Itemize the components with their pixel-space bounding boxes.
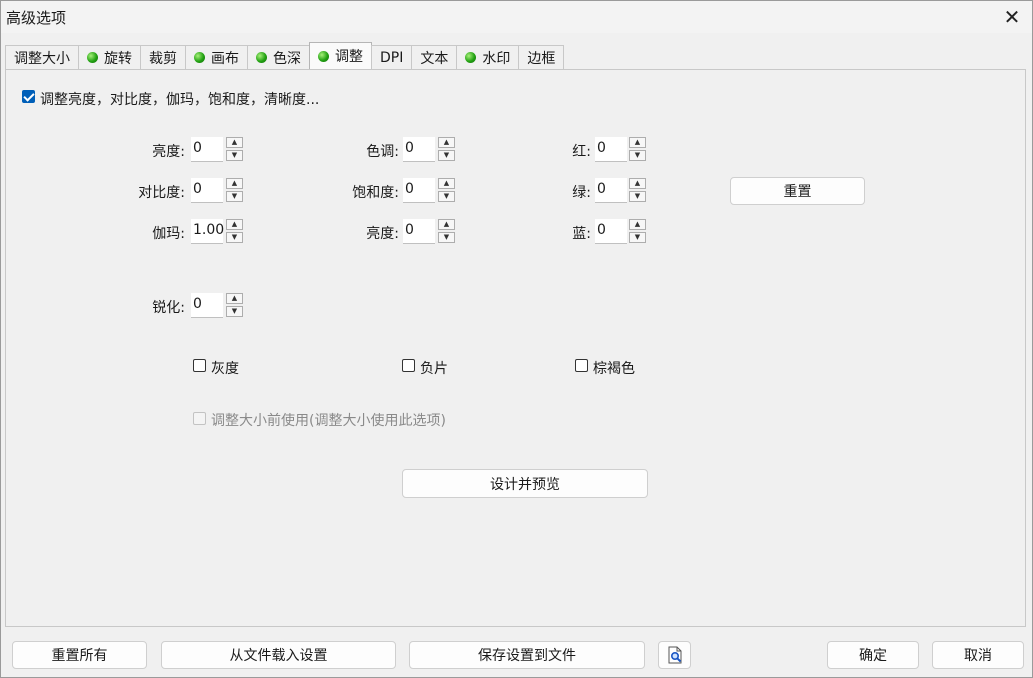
status-dot-icon (256, 52, 267, 63)
spin-up-icon[interactable]: ▲ (629, 219, 646, 230)
spin-up-icon[interactable]: ▲ (438, 219, 455, 230)
design-preview-button[interactable]: 设计并预览 (402, 469, 648, 498)
spin-up-icon[interactable]: ▲ (226, 219, 243, 230)
load-settings-button[interactable]: 从文件载入设置 (161, 641, 396, 669)
grayscale-checkbox[interactable] (193, 359, 206, 372)
tab-label: 调整大小 (14, 50, 70, 67)
sepia-checkbox[interactable] (575, 359, 588, 372)
reset-button[interactable]: 重置 (730, 177, 865, 205)
spin-down-icon[interactable]: ▼ (438, 232, 455, 243)
tab-rotate[interactable]: 旋转 (78, 45, 141, 69)
advanced-options-window: 高级选项 ✕ 调整大小 旋转 裁剪 画布 色深 调整 DPI 文本 水印 边框 … (0, 0, 1033, 678)
gamma-label: 伽玛: (152, 226, 185, 242)
spin-down-icon[interactable]: ▼ (629, 232, 646, 243)
tab-strip: 调整大小 旋转 裁剪 画布 色深 调整 DPI 文本 水印 边框 (5, 42, 565, 70)
saturation-label: 饱和度: (352, 185, 399, 201)
saturation-input[interactable]: 0 (403, 178, 435, 203)
tab-dpi[interactable]: DPI (371, 45, 413, 69)
tab-label: DPI (380, 49, 404, 66)
spin-down-icon[interactable]: ▼ (226, 232, 243, 243)
spin-up-icon[interactable]: ▲ (629, 178, 646, 189)
tab-adjust[interactable]: 调整 (309, 42, 372, 69)
tab-color-depth[interactable]: 色深 (247, 45, 310, 69)
hue-input[interactable]: 0 (403, 137, 435, 162)
tab-resize[interactable]: 调整大小 (5, 45, 79, 69)
spin-up-icon[interactable]: ▲ (629, 137, 646, 148)
brightness-input[interactable]: 0 (191, 137, 223, 162)
before-resize-checkbox[interactable] (193, 412, 206, 425)
tab-label: 文本 (420, 50, 449, 67)
tab-label: 调整 (335, 49, 363, 65)
grayscale-label: 灰度 (211, 361, 239, 377)
tab-label: 水印 (482, 50, 511, 67)
gamma-input[interactable]: 1.00 (191, 219, 224, 244)
tab-text[interactable]: 文本 (411, 45, 458, 69)
spin-down-icon[interactable]: ▼ (226, 191, 243, 202)
tab-label: 裁剪 (149, 50, 177, 67)
spin-down-icon[interactable]: ▼ (226, 306, 243, 317)
spin-up-icon[interactable]: ▲ (226, 178, 243, 189)
lightness-label: 亮度: (366, 226, 399, 242)
lightness-input[interactable]: 0 (403, 219, 435, 244)
spin-up-icon[interactable]: ▲ (438, 137, 455, 148)
tab-label: 画布 (211, 50, 239, 67)
green-input[interactable]: 0 (595, 178, 627, 203)
green-label: 绿: (572, 185, 591, 201)
tab-label: 色深 (273, 50, 301, 67)
window-title: 高级选项 (6, 9, 67, 27)
cancel-button[interactable]: 取消 (932, 641, 1024, 669)
tab-label: 旋转 (104, 50, 132, 67)
sharpen-input[interactable]: 0 (191, 293, 223, 318)
contrast-label: 对比度: (138, 185, 185, 201)
red-label: 红: (572, 144, 591, 160)
hue-label: 色调: (366, 144, 399, 160)
contrast-input[interactable]: 0 (191, 178, 223, 203)
ok-button[interactable]: 确定 (827, 641, 919, 669)
spin-up-icon[interactable]: ▲ (438, 178, 455, 189)
tab-watermark[interactable]: 水印 (456, 45, 520, 69)
status-dot-icon (318, 50, 329, 62)
negative-checkbox[interactable] (402, 359, 415, 372)
blue-input[interactable]: 0 (595, 219, 627, 244)
close-icon[interactable]: ✕ (992, 1, 1032, 33)
preview-file-button[interactable] (658, 641, 691, 669)
title-bar: 高级选项 ✕ (1, 1, 1032, 33)
spin-down-icon[interactable]: ▼ (629, 191, 646, 202)
reset-all-button[interactable]: 重置所有 (12, 641, 147, 669)
tab-label: 边框 (527, 50, 556, 67)
status-dot-icon (465, 52, 477, 63)
enable-adjust-label: 调整亮度，对比度，伽玛，饱和度，清晰度... (40, 92, 320, 108)
sepia-label: 棕褐色 (593, 361, 635, 377)
negative-label: 负片 (420, 361, 448, 377)
enable-adjust-checkbox[interactable] (22, 90, 35, 103)
status-dot-icon (87, 52, 98, 63)
status-dot-icon (194, 52, 205, 63)
brightness-label: 亮度: (152, 144, 185, 160)
spin-down-icon[interactable]: ▼ (438, 150, 455, 161)
blue-label: 蓝: (572, 226, 591, 242)
file-search-icon (668, 646, 681, 664)
tab-canvas[interactable]: 画布 (185, 45, 248, 69)
save-settings-button[interactable]: 保存设置到文件 (409, 641, 645, 669)
sharpen-label: 锐化: (152, 300, 185, 316)
spin-up-icon[interactable]: ▲ (226, 137, 243, 148)
tab-crop[interactable]: 裁剪 (140, 45, 186, 69)
before-resize-label: 调整大小前使用(调整大小使用此选项) (211, 413, 446, 429)
spin-down-icon[interactable]: ▼ (629, 150, 646, 161)
spin-down-icon[interactable]: ▼ (438, 191, 455, 202)
spin-down-icon[interactable]: ▼ (226, 150, 243, 161)
tab-border[interactable]: 边框 (518, 45, 565, 69)
red-input[interactable]: 0 (595, 137, 627, 162)
spin-up-icon[interactable]: ▲ (226, 293, 243, 304)
